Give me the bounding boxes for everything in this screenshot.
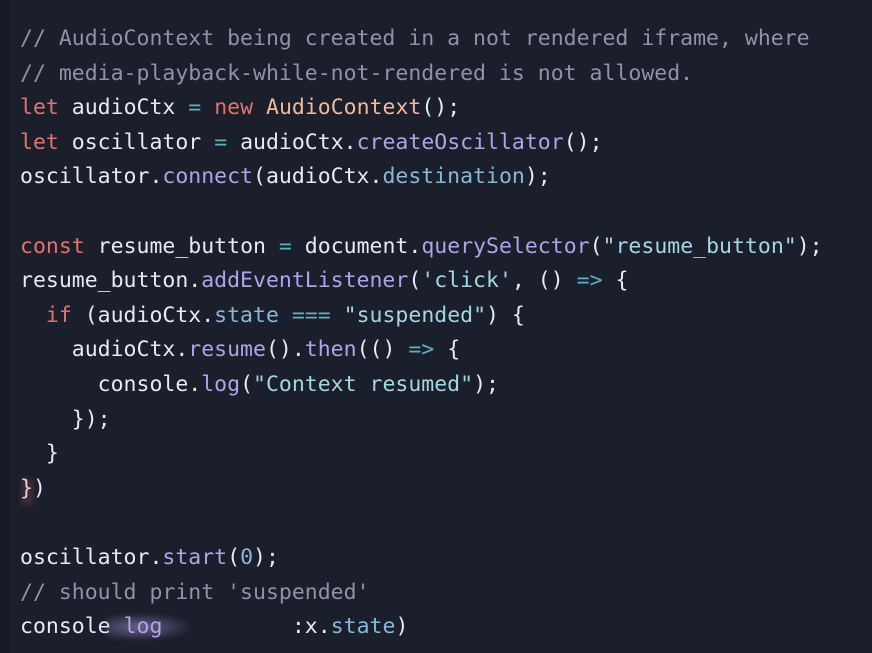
code-token-punct: ); — [524, 164, 551, 190]
code-token-operator: === — [291, 302, 331, 328]
code-token-plain: oscillator. — [20, 544, 163, 570]
code-token-plain: :x. — [291, 614, 331, 640]
code-token-func: log — [123, 614, 163, 640]
code-token-keyword: let — [20, 95, 59, 121]
code-token-func: start — [162, 544, 228, 570]
code-token-func: resume — [188, 337, 266, 363]
code-line[interactable]: // media-playback-while-not-rendered is … — [20, 57, 872, 92]
code-token-prop: state — [214, 302, 279, 328]
code-token-type: AudioContext — [266, 95, 422, 121]
code-token-keyword: const — [20, 233, 85, 259]
code-token-punct: ( — [589, 233, 603, 259]
code-token-func: querySelector — [421, 233, 590, 259]
code-line[interactable]: if (audioCtx.state === "suspended") { — [20, 299, 872, 334]
code-token-punct: ( — [240, 371, 254, 397]
code-line[interactable]: }); — [20, 403, 872, 438]
code-line[interactable]: oscillator.connect(audioCtx.destination)… — [20, 160, 872, 195]
code-token-punct: ); — [473, 371, 499, 397]
code-line[interactable]: const resume_button = document.querySele… — [20, 230, 872, 265]
code-token-string: "Context resumed" — [253, 371, 474, 397]
code-token-keyword: if — [45, 302, 72, 328]
code-token-func: addEventListener — [201, 268, 409, 294]
code-token-plain: console. — [20, 371, 202, 397]
code-token-operator: = — [214, 129, 228, 155]
code-token-punct: ); — [253, 544, 279, 570]
code-line[interactable]: audioCtx.resume().then(() => { — [20, 333, 872, 368]
code-token-prop: state — [330, 614, 396, 640]
code-line[interactable]: } — [20, 437, 872, 472]
code-token-plain: oscillator. — [20, 164, 163, 190]
code-token-string: "resume_button" — [602, 233, 797, 259]
code-token-string: 'click' — [421, 268, 512, 294]
code-token-punct: (() — [356, 337, 409, 363]
code-line[interactable]: console log :x.state) — [20, 610, 872, 645]
code-token-punct: ( — [408, 268, 422, 294]
code-token-prop: destination — [382, 164, 525, 190]
code-line[interactable]: // AudioContext being created in a not r… — [20, 22, 872, 57]
code-token-punct: ) { — [486, 302, 525, 328]
code-token-punct: ); — [796, 233, 823, 259]
code-line[interactable]: }) — [20, 472, 872, 507]
code-editor-screenshot: // AudioContext being created in a not r… — [0, 0, 872, 653]
code-line[interactable]: resume_button.addEventListener('click', … — [20, 264, 872, 299]
code-token-punct: (); — [421, 95, 461, 121]
code-token-number: 0 — [240, 544, 254, 570]
code-token-operator: => — [408, 337, 435, 363]
code-token-comment: // AudioContext being created in a not r… — [20, 26, 810, 51]
code-token-plain: resume_button — [84, 233, 279, 259]
code-token-punct: }) — [20, 475, 46, 501]
code-line[interactable]: console.log("Context resumed"); — [20, 368, 872, 403]
code-token-punct: ( — [227, 544, 241, 570]
code-token-punct: (). — [265, 337, 305, 363]
code-token-plain: (audioCtx. — [71, 302, 215, 328]
code-token-plain: audioCtx. — [20, 337, 189, 363]
code-token-plain: audioCtx. — [227, 129, 357, 155]
code-token-string: "suspended" — [343, 302, 487, 328]
code-line[interactable]: let oscillator = audioCtx.createOscillat… — [20, 126, 872, 161]
code-token-keyword: new — [214, 95, 254, 121]
code-line[interactable] — [20, 195, 872, 230]
code-token-func: createOscillator — [356, 129, 564, 155]
code-token-punct: ) — [395, 614, 409, 640]
code-token-comment: // media-playback-while-not-rendered is … — [20, 60, 694, 86]
code-token-func: connect — [162, 164, 253, 190]
code-token-plain: document. — [291, 233, 422, 259]
code-token-punct: }); — [20, 406, 111, 432]
code-token-plain: console — [20, 614, 124, 640]
code-content-area[interactable]: // AudioContext being created in a not r… — [0, 0, 872, 645]
code-token-punct: , () — [511, 268, 577, 294]
code-token-plain: audioCtx — [58, 95, 189, 121]
code-line[interactable]: // should print 'suspended' — [20, 576, 872, 611]
code-line[interactable] — [20, 506, 872, 541]
code-line[interactable]: oscillator.start(0); — [20, 541, 872, 576]
code-token-operator: => — [576, 268, 603, 294]
code-token-punct: (); — [563, 129, 603, 155]
code-token-operator: = — [278, 233, 292, 259]
code-token-plain: oscillator — [58, 129, 215, 155]
code-token-keyword: let — [20, 129, 59, 155]
code-token-comment: // should print 'suspended' — [20, 579, 370, 605]
code-token-func: log — [201, 371, 241, 397]
code-line[interactable]: let audioCtx = new AudioContext(); — [20, 91, 872, 126]
code-token-punct: { — [434, 337, 461, 363]
code-token-punct: } — [20, 441, 59, 467]
code-token-punct: { — [602, 268, 629, 294]
code-token-func: then — [304, 337, 357, 363]
code-token-plain: resume_button. — [20, 268, 202, 294]
code-token-plain: (audioCtx. — [253, 164, 383, 190]
code-token-operator: = — [188, 95, 202, 121]
